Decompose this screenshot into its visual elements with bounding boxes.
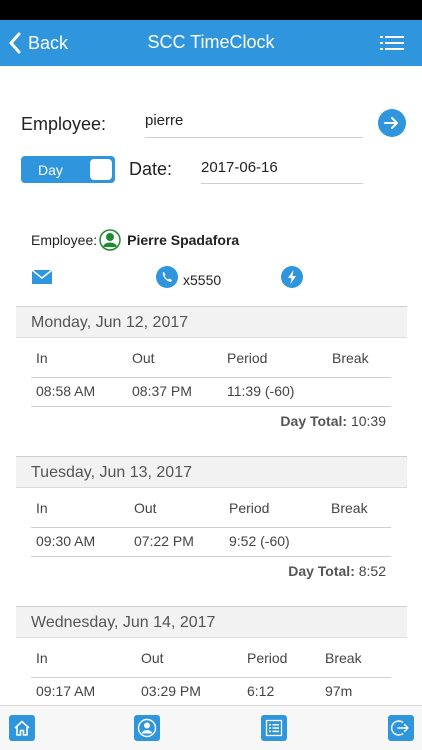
date-label: Date: — [129, 159, 173, 179]
cell-period: 9:52 (-60) — [229, 533, 290, 549]
col-out: Out — [134, 500, 157, 516]
employee-info-label: Employee: — [31, 232, 98, 248]
tab-home[interactable] — [9, 715, 35, 741]
toggle-label: Day — [38, 162, 63, 178]
cell-out: 03:29 PM — [141, 683, 201, 699]
cell-in: 08:58 AM — [36, 383, 96, 399]
avatar-icon — [99, 229, 121, 251]
table-row[interactable]: 08:58 AM 08:37 PM 11:39 (-60) — [31, 378, 391, 407]
logout-icon — [391, 720, 409, 736]
nav-bar: Back SCC TimeClock — [0, 20, 422, 66]
contact-row: x5550 — [0, 266, 422, 292]
status-bar — [0, 0, 422, 20]
phone-extension: x5550 — [183, 272, 222, 288]
day-section-tuesday: Tuesday, Jun 13, 2017 In Out Period Brea… — [16, 456, 407, 579]
menu-button[interactable] — [380, 33, 404, 53]
toggle-knob — [90, 159, 112, 180]
cell-period: 6:12 — [247, 683, 275, 699]
table-header: In Out Period Break — [31, 500, 391, 528]
table-row[interactable]: 09:30 AM 07:22 PM 9:52 (-60) — [31, 528, 391, 557]
day-section-wednesday: Wednesday, Jun 14, 2017 In Out Period Br… — [16, 606, 407, 707]
go-button[interactable] — [378, 109, 406, 137]
col-in: In — [36, 650, 48, 666]
col-in: In — [36, 500, 48, 516]
day-total-value: 8:52 — [358, 563, 386, 579]
col-out: Out — [132, 350, 155, 366]
tab-list[interactable] — [261, 715, 287, 741]
date-input[interactable] — [201, 152, 363, 184]
day-header: Wednesday, Jun 14, 2017 — [16, 606, 407, 638]
tab-bar — [0, 705, 422, 750]
col-break: Break — [331, 500, 368, 516]
phone-icon — [156, 266, 178, 288]
day-total-label: Day Total: — [288, 563, 355, 579]
tab-profile[interactable] — [134, 715, 160, 741]
table-header: In Out Period Break — [31, 650, 391, 678]
day-header: Tuesday, Jun 13, 2017 — [16, 456, 407, 488]
employee-input[interactable] — [145, 104, 363, 138]
cell-period: 11:39 (-60) — [227, 383, 295, 399]
col-period: Period — [247, 650, 288, 666]
lightning-icon[interactable] — [281, 266, 303, 288]
arrow-right-icon — [384, 117, 398, 129]
employee-info: Employee: Pierre Spadafora — [31, 229, 239, 251]
cell-out: 07:22 PM — [134, 533, 194, 549]
col-period: Period — [227, 350, 268, 366]
home-icon — [14, 720, 30, 736]
employee-label: Employee: — [21, 114, 107, 134]
day-section-monday: Monday, Jun 12, 2017 In Out Period Break… — [16, 306, 407, 429]
day-total-label: Day Total: — [280, 413, 348, 429]
table-header: In Out Period Break — [31, 350, 391, 378]
col-break: Break — [325, 650, 362, 666]
employee-name: Pierre Spadafora — [127, 232, 240, 248]
table-row[interactable]: 09:17 AM 03:29 PM 6:12 97m — [31, 678, 391, 707]
col-period: Period — [229, 500, 270, 516]
day-total: Day Total: 8:52 — [16, 563, 407, 579]
phone-button[interactable]: x5550 — [156, 266, 221, 288]
list-icon — [265, 719, 283, 737]
col-in: In — [36, 350, 48, 366]
cell-in: 09:30 AM — [36, 533, 96, 549]
page-title: SCC TimeClock — [147, 32, 275, 52]
day-toggle[interactable]: Day — [21, 156, 115, 183]
cell-out: 08:37 PM — [132, 383, 192, 399]
cell-break: 97m — [325, 683, 353, 699]
col-out: Out — [141, 650, 164, 666]
cell-in: 09:17 AM — [36, 683, 96, 699]
tab-logout[interactable] — [388, 715, 414, 741]
col-break: Break — [332, 350, 369, 366]
profile-icon — [137, 718, 157, 738]
mail-icon[interactable] — [31, 269, 53, 285]
day-total: Day Total: 10:39 — [16, 413, 407, 429]
list-menu-icon — [380, 36, 404, 50]
day-header: Monday, Jun 12, 2017 — [16, 306, 407, 338]
day-total-value: 10:39 — [350, 413, 386, 429]
